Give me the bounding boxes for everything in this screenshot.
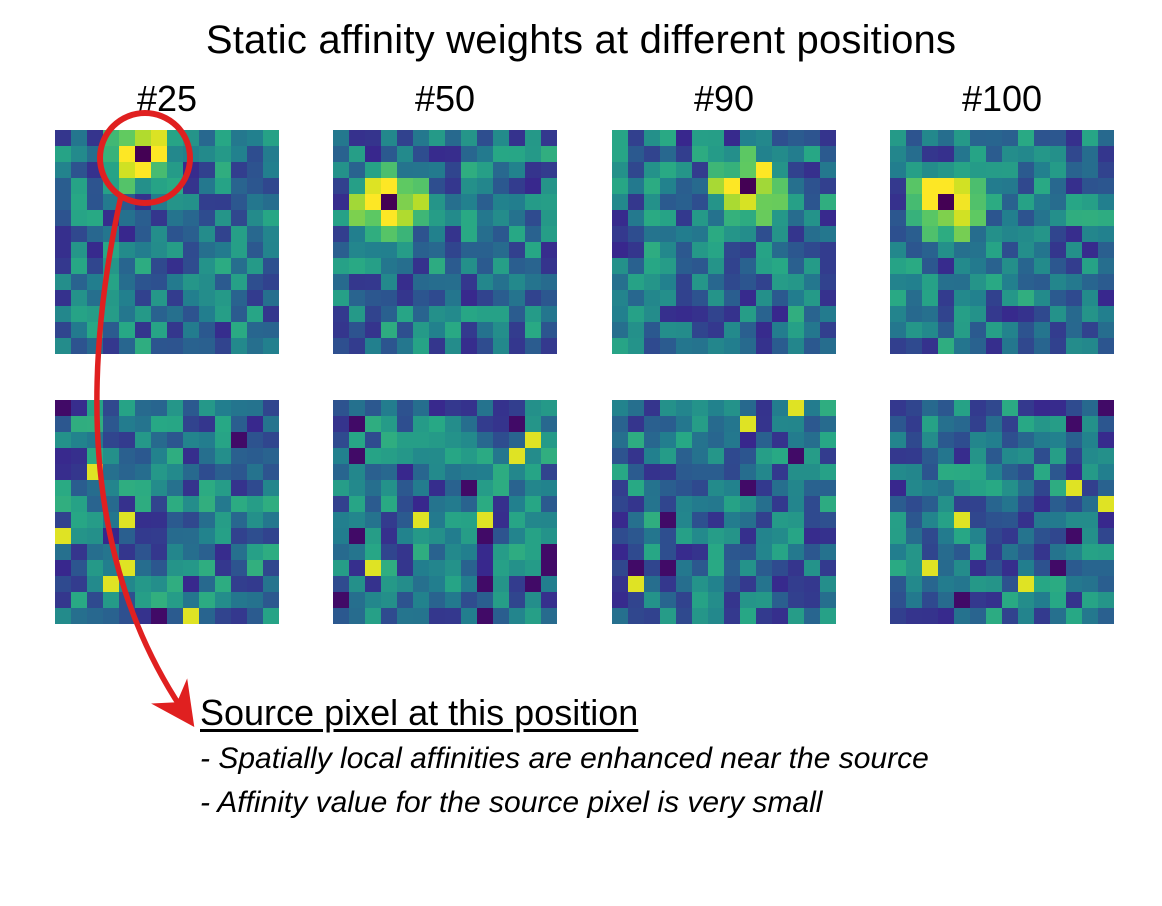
heatmap-top-90 bbox=[612, 130, 836, 354]
col-label-1: #50 bbox=[333, 78, 557, 120]
heatmap-bot-90 bbox=[612, 400, 836, 624]
annotation-bullet-1: - Affinity value for the source pixel is… bbox=[200, 784, 1100, 822]
heatmap-top-50 bbox=[333, 130, 557, 354]
heatmap-bot-50 bbox=[333, 400, 557, 624]
annotation-bullet-0: - Spatially local affinities are enhance… bbox=[200, 740, 1100, 778]
col-label-2: #90 bbox=[612, 78, 836, 120]
col-label-3: #100 bbox=[890, 78, 1114, 120]
col-label-0: #25 bbox=[55, 78, 279, 120]
heatmap-top-100 bbox=[890, 130, 1114, 354]
heatmap-bot-100 bbox=[890, 400, 1114, 624]
page-title: Static affinity weights at different pos… bbox=[0, 18, 1162, 63]
heatmap-top-25 bbox=[55, 130, 279, 354]
annotation-title: Source pixel at this position bbox=[200, 692, 1100, 734]
annotation-block: Source pixel at this position - Spatiall… bbox=[200, 692, 1100, 821]
heatmap-bot-25 bbox=[55, 400, 279, 624]
